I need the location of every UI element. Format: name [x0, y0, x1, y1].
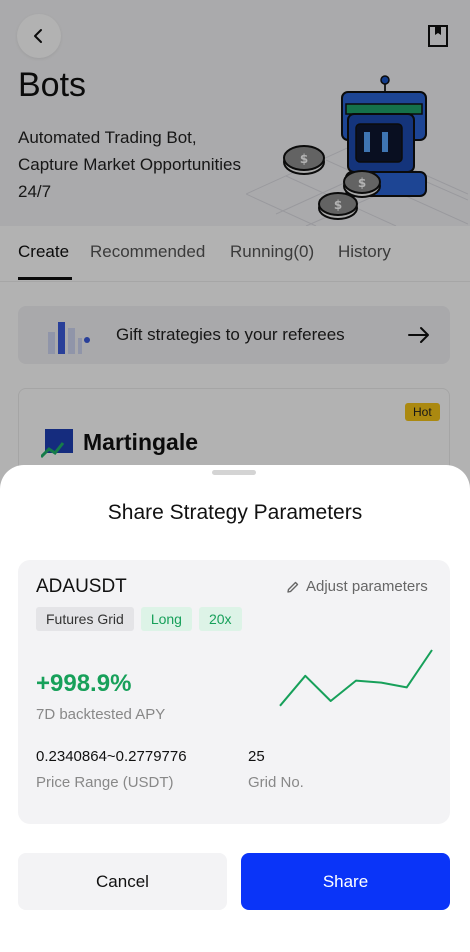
- adjust-parameters-label: Adjust parameters: [306, 578, 428, 595]
- cancel-button[interactable]: Cancel: [18, 853, 227, 910]
- apy-value: +998.9%: [36, 670, 132, 697]
- grid-number-label: Grid No.: [248, 774, 304, 791]
- sparkline-line: [279, 649, 433, 707]
- price-range-label: Price Range (USDT): [36, 774, 174, 791]
- price-range-value: 0.2340864~0.2779776: [36, 748, 187, 765]
- apy-sparkline: [279, 649, 433, 707]
- strategy-card: ADAUSDT Adjust parameters Futures Grid L…: [18, 560, 450, 824]
- tag-leverage: 20x: [198, 607, 242, 631]
- screen: Bots Automated Trading Bot, Capture Mark…: [0, 0, 470, 952]
- grid-number-value: 25: [248, 748, 265, 765]
- pencil-icon: [287, 581, 299, 593]
- strategy-tags: Futures Grid Long 20x: [36, 607, 242, 631]
- tag-type: Futures Grid: [36, 607, 134, 631]
- sheet-title: Share Strategy Parameters: [107, 501, 363, 524]
- share-button[interactable]: Share: [241, 853, 450, 910]
- trading-pair: ADAUSDT: [36, 576, 127, 597]
- tag-direction: Long: [140, 607, 192, 631]
- adjust-parameters-link[interactable]: Adjust parameters: [286, 578, 428, 595]
- apy-label: 7D backtested APY: [36, 706, 166, 723]
- sheet-drag-handle[interactable]: [212, 470, 256, 475]
- share-strategy-sheet: Share Strategy Parameters ADAUSDT Adjust…: [0, 465, 470, 952]
